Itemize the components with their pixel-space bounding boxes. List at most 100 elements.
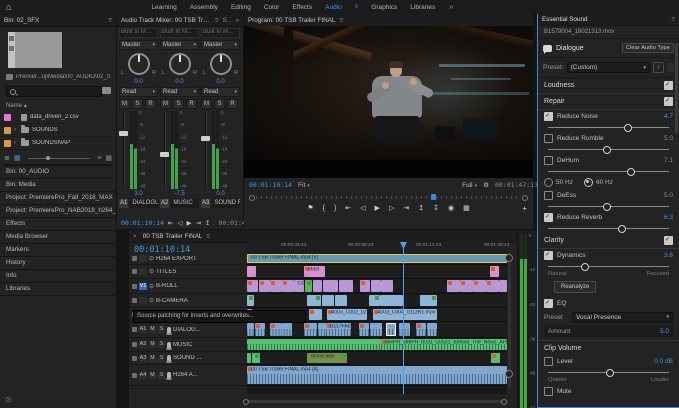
timeline-clip[interactable] [270, 323, 280, 336]
dehum-value[interactable]: 7.1 [664, 157, 673, 164]
pan-knob[interactable]: LR [160, 52, 199, 78]
timeline-clip[interactable] [490, 266, 499, 277]
panel-tab-bin-00-audio[interactable]: Bin: 00_AUDIO [0, 166, 116, 179]
timeline-clip[interactable] [247, 323, 254, 336]
timeline-clip[interactable] [252, 353, 260, 363]
dynamics-checkbox[interactable] [544, 251, 553, 260]
output-select[interactable]: Master▾ [119, 40, 158, 50]
microphone-icon[interactable] [167, 342, 171, 348]
extract-button[interactable]: ↧ [433, 204, 439, 212]
timeline-clip[interactable]: A003_C002_0211 [327, 309, 367, 320]
track-solo-button[interactable]: S [158, 326, 165, 333]
track-header[interactable]: V1⊙B-ROLL [129, 279, 247, 294]
timeline-clip[interactable]: A003_C004_0113R1.mov [373, 309, 437, 320]
reduce-noise-value[interactable]: 4.7 [664, 113, 673, 120]
program-timecode[interactable]: 00:01:10:14 [249, 181, 292, 189]
preset-dropdown[interactable]: (Custom)▾ [567, 62, 650, 73]
close-icon[interactable]: × [133, 233, 137, 240]
pan-knob[interactable]: LR [119, 52, 158, 78]
expander-icon[interactable]: › [14, 127, 18, 133]
track-mute-button[interactable]: M [149, 341, 156, 348]
grid-icon[interactable]: ▦ [105, 154, 112, 162]
timeline-track-lane[interactable]: drone.wav [247, 352, 507, 365]
timeline-clip[interactable] [386, 323, 396, 336]
timeline-track-lane[interactable]: C098 [247, 279, 507, 294]
deess-value[interactable]: 5.0 [664, 192, 673, 199]
panel-tab-libraries[interactable]: Libraries [0, 283, 116, 296]
panel-tab-bin-media[interactable]: Bin: Media [0, 179, 116, 192]
workspace-tab-color[interactable]: Color [264, 4, 280, 11]
panel-menu-icon[interactable]: ≡ [671, 16, 675, 23]
source-patch-badge[interactable]: V1 [139, 283, 147, 290]
timeline-track-lane[interactable]: 00 TSB Trailer FINAL.mp4 [A] [247, 365, 507, 386]
tab-sound[interactable]: Sou [223, 17, 232, 24]
pan-value[interactable]: 0.0 [201, 79, 240, 85]
panel-overflow-icon[interactable]: » [235, 17, 239, 24]
microphone-icon[interactable] [167, 327, 171, 333]
bin-item[interactable]: data_driven_2.csv [0, 111, 116, 124]
fader-value[interactable]: 3.0 [119, 191, 158, 197]
pan-value[interactable]: 0.0 [160, 79, 199, 85]
timeline-clip[interactable] [335, 295, 347, 306]
zoom-handle-left[interactable] [249, 195, 255, 201]
timeline-clip[interactable] [359, 323, 369, 336]
solo-button[interactable]: S [214, 99, 225, 109]
fader-value[interactable]: -7.5 [160, 191, 199, 197]
panel-tab-project-premierepro-nab2018-h264-1[interactable]: Project: PremierePro_NAB2018_h264_1 [0, 205, 116, 218]
export-icon[interactable]: ↥ [205, 219, 210, 227]
timeline-clip[interactable] [318, 323, 326, 336]
bin-item[interactable]: ›SOUNDS [0, 124, 116, 137]
mute-checkbox[interactable] [544, 387, 553, 396]
source-patch-badge[interactable]: A2 [139, 341, 147, 348]
column-header-name[interactable]: Name ▴ [6, 102, 27, 109]
timeline-clip[interactable] [247, 280, 258, 292]
eq-preset-dropdown[interactable]: Vocal Presence▾ [572, 312, 673, 323]
timeline-clip[interactable] [491, 353, 500, 363]
track-mute-button[interactable]: M [149, 355, 156, 362]
timeline-clip[interactable] [369, 295, 379, 306]
tab-sequence[interactable]: 00 TSB Trailer FINAL [143, 233, 203, 240]
timeline-track-lane[interactable]: MRPH_MMPH_0031_C0501_Behind_The_News_APM… [247, 338, 507, 352]
timeline-clip[interactable] [416, 323, 426, 336]
label-color-swatch[interactable] [4, 140, 11, 147]
source-patch-badge[interactable]: A1 [139, 326, 147, 333]
playhead-timecode[interactable]: 00:01:10:14 [121, 219, 164, 227]
timeline-clip[interactable] [247, 266, 256, 277]
timeline-clip[interactable] [381, 280, 392, 292]
track-solo-button[interactable]: S [158, 341, 165, 348]
settings-wrench-icon[interactable]: ⚙ [483, 181, 489, 189]
clear-audio-type-button[interactable]: Clear Audio Type [622, 43, 674, 53]
output-select[interactable]: Master▾ [201, 40, 240, 50]
fader-value[interactable]: 0.0 [201, 191, 240, 197]
reduce-rumble-slider[interactable] [548, 145, 669, 153]
track-mute-button[interactable]: M [149, 326, 156, 333]
timeline-clip[interactable] [427, 323, 437, 336]
reduce-noise-checkbox[interactable] [544, 112, 553, 121]
icon-view-icon[interactable]: ▦ [14, 154, 21, 162]
zoom-level-dropdown[interactable]: Fit▾ [298, 182, 310, 189]
scrubber-playhead[interactable] [431, 194, 436, 200]
save-preset-icon[interactable]: ↓ [653, 62, 664, 73]
source-patch-badge[interactable] [139, 268, 147, 275]
mark-out-button[interactable]: } [334, 205, 336, 212]
panel-menu-icon[interactable]: ≡ [206, 233, 210, 240]
track-visibility-icon[interactable]: ⊙ [149, 255, 154, 262]
level-checkbox[interactable] [544, 357, 553, 366]
workspace-overflow-icon[interactable]: » [449, 4, 453, 11]
dynamics-value[interactable]: 3.6 [664, 252, 673, 259]
amount-value[interactable]: 5.0 [660, 328, 669, 335]
panel-menu-icon[interactable]: ≡ [339, 17, 343, 24]
timeline-clip[interactable] [304, 323, 317, 336]
reanalyze-button[interactable]: Reanalyze [554, 281, 596, 293]
vertical-scrollbar[interactable] [508, 253, 511, 388]
timeline-track-lane[interactable]: Mast [247, 265, 507, 279]
tab-bin-02-sfx[interactable]: Bin: 02_SFX [4, 17, 39, 24]
panel-tab-media-browser[interactable]: Media Browser [0, 231, 116, 244]
timeline-clip[interactable] [399, 323, 409, 336]
panel-tab-info[interactable]: Info [0, 270, 116, 283]
source-patch-badge[interactable]: A4 [139, 372, 147, 379]
reduce-reverb-slider[interactable] [548, 224, 669, 232]
workspace-tab-effects[interactable]: Effects [292, 4, 312, 11]
track-lock-icon[interactable] [132, 298, 137, 303]
export-frame-button[interactable]: ◉ [448, 204, 454, 212]
